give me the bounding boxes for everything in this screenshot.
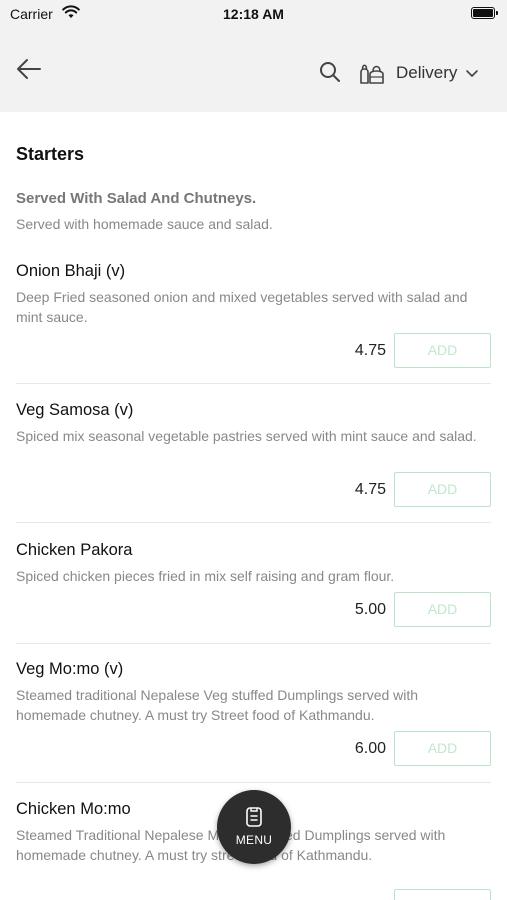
menu-fab-button[interactable]: MENU: [217, 790, 291, 864]
menu-list[interactable]: Starters Served With Salad And Chutneys.…: [0, 112, 507, 900]
menu-book-icon: [246, 807, 262, 827]
arrow-left-icon[interactable]: [14, 54, 44, 84]
item-name: Veg Samosa (v): [16, 401, 134, 419]
chevron-down-icon: [466, 70, 479, 77]
delivery-bag-icon: [360, 64, 384, 84]
add-button[interactable]: ADD: [394, 731, 491, 766]
section-title: Starters: [16, 144, 85, 164]
delivery-label: Delivery: [396, 63, 458, 82]
add-button[interactable]: ADD: [394, 333, 491, 368]
item-description: Deep Fried seasoned onion and mixed vege…: [16, 289, 468, 325]
app-header: Delivery: [0, 30, 507, 112]
add-button[interactable]: ADD: [394, 472, 491, 507]
status-bar: Carrier 12:18 AM: [0, 0, 507, 30]
menu-fab-label: MENU: [235, 833, 273, 847]
item-price: 5.00: [354, 601, 386, 618]
divider: [16, 383, 491, 384]
add-button[interactable]: ADD: [394, 889, 491, 900]
item-name: Chicken Mo:mo: [16, 800, 131, 818]
item-name: Chicken Pakora: [16, 541, 133, 559]
item-description: Spiced chicken pieces fried in mix self …: [16, 568, 395, 584]
item-price: 6.00: [354, 740, 386, 757]
divider: [16, 782, 491, 783]
item-price: 4.75: [354, 342, 386, 359]
add-button[interactable]: ADD: [394, 592, 491, 627]
search-icon[interactable]: [318, 60, 342, 84]
section-description: Served with homemade sauce and salad.: [16, 216, 273, 232]
item-price: 4.75: [354, 481, 386, 498]
delivery-mode-dropdown[interactable]: Delivery: [358, 58, 479, 88]
item-description: Spiced mix seasonal vegetable pastries s…: [16, 428, 477, 444]
battery-icon: [471, 7, 498, 19]
divider: [16, 643, 491, 644]
clock: 12:18 AM: [223, 6, 284, 22]
item-name: Onion Bhaji (v): [16, 262, 126, 280]
divider: [16, 522, 491, 523]
item-name: Veg Mo:mo (v): [16, 660, 124, 678]
section-subtitle: Served With Salad And Chutneys.: [16, 190, 257, 207]
item-description: Steamed traditional Nepalese Veg stuffed…: [16, 687, 419, 723]
